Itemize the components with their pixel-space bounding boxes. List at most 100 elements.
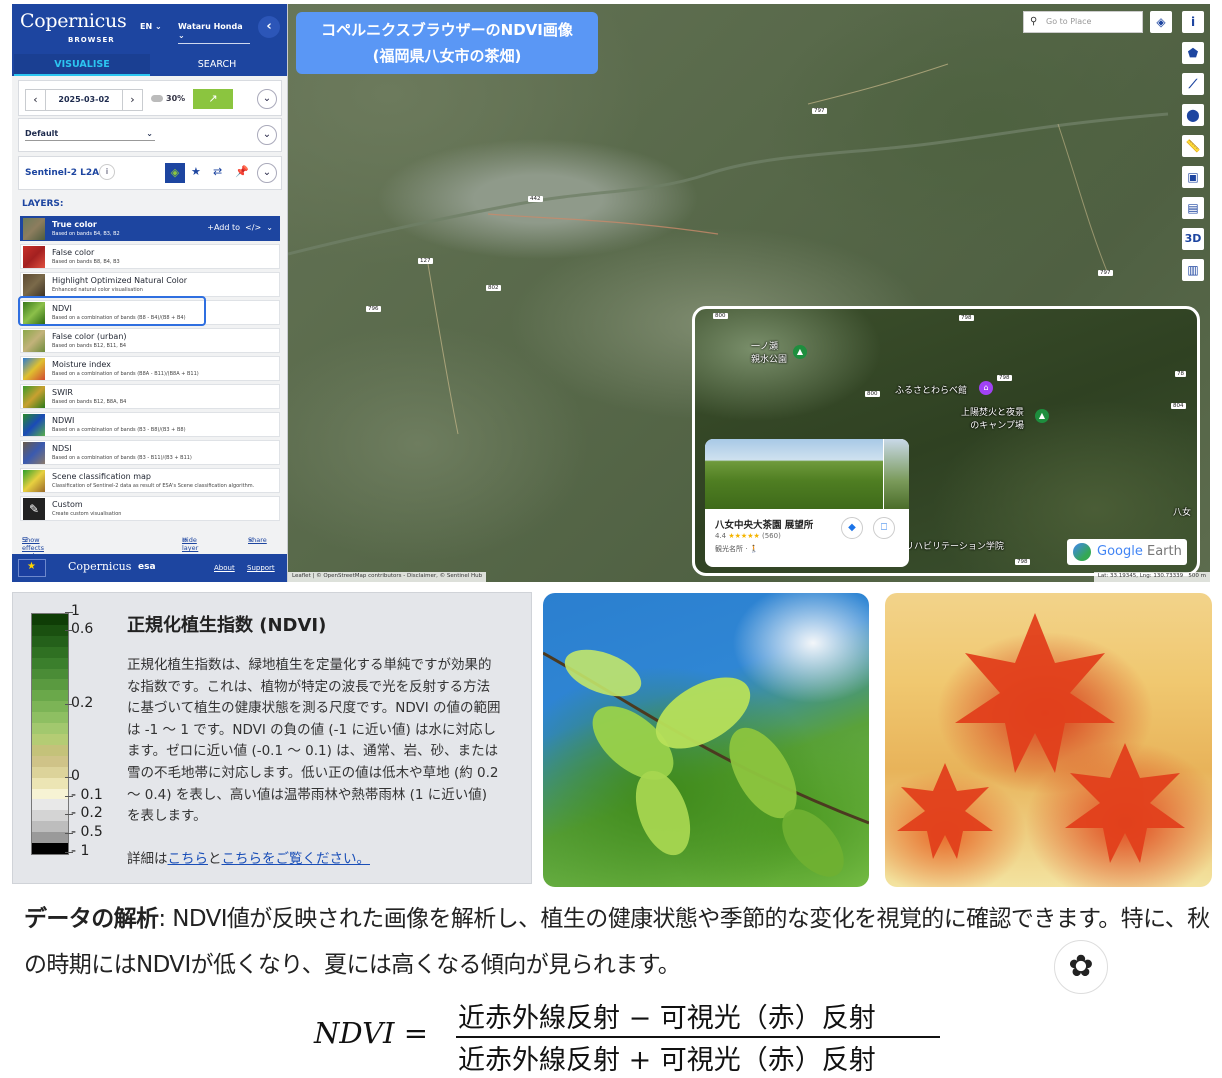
go-to-place-input[interactable]: ⚲ Go to Place [1023,11,1143,33]
layers-toggle-button[interactable]: ◈ [165,163,185,183]
layer-thumbnail [23,386,45,408]
measure-button[interactable]: 📏 [1182,135,1204,157]
legend-tick: - 0.5 [65,824,103,840]
place-card[interactable]: 八女中央大茶園 展望所 4.4 ★★★★★ (560) 観光名所 · 🚶 ◆ ⎕ [705,439,909,567]
color-band [32,788,68,800]
collection-name: Sentinel-2 L2A [25,168,100,178]
layer-item-false-color-urban[interactable]: False color (urban) Based on bands B12, … [20,328,280,353]
layer-item-ndsi[interactable]: NDSI Based on a combination of bands (B3… [20,440,280,465]
add-to-button[interactable]: +Add to [207,223,240,232]
3d-button[interactable]: 3D [1182,228,1204,250]
polygon-icon: ⬟ [1187,46,1199,60]
legend-tick: - 0.1 [65,787,103,803]
legend-tick: - 1 [64,843,90,859]
color-band [32,843,68,854]
page-root: Copernicus BROWSER EN ⌄ Wataru Honda ⌄ ‹… [0,0,1222,1078]
swap-icon: ⇄ [213,165,223,178]
draw-line-button[interactable]: ⟋ [1182,73,1204,95]
color-band [32,635,68,647]
tab-visualise[interactable]: VISUALISE [14,54,150,76]
layer-thumbnail [23,442,45,464]
legend-title: 正規化植生指数 (NDVI) [127,615,327,636]
color-band [32,690,68,702]
pin-button[interactable]: 📌 [235,165,249,178]
layer-item-swir[interactable]: SWIR Based on bands B12, B8A, B4 [20,384,280,409]
timelapse-button[interactable]: ▤ [1182,197,1204,219]
prev-date-button[interactable]: ‹ [26,90,46,110]
about-link[interactable]: About [214,564,235,572]
place-pin-button[interactable]: ⬤ [1182,104,1204,126]
code-icon[interactable]: </> [245,223,261,232]
map-view[interactable]: コペルニクスブラウザーのNDVI画像 (福岡県八女市の茶畑) ⚲ Go to Pl… [288,4,1210,582]
esa-logo: esa [138,562,156,572]
layers-switch-button[interactable]: ◈ [1150,11,1172,33]
layer-name: Moisture index [52,360,111,369]
museum-pin-icon: ⌂ [979,381,993,395]
compare-button[interactable]: ⇄ [213,165,222,178]
color-band [32,614,68,625]
search-placeholder: Go to Place [1046,17,1092,26]
more-link-1[interactable]: こちら [168,851,209,867]
user-menu[interactable]: Wataru Honda ⌄ [178,22,250,44]
legend-tick: 0.2 [64,695,94,711]
color-band [32,679,68,691]
map-title-line1: コペルニクスブラウザーのNDVI画像 [321,21,573,39]
favorite-button[interactable]: ★ [191,165,201,178]
layer-item-highlight-optimized[interactable]: Highlight Optimized Natural Color Enhanc… [20,272,280,297]
layer-item-custom[interactable]: ✎ Custom Create custom visualisation [20,496,280,521]
support-link[interactable]: Support [247,564,275,572]
pin-icon: 📌 [235,165,249,178]
copernicus-footer-logo: Copernicus [68,560,132,573]
cloud-coverage[interactable]: 30% [151,94,185,103]
color-band [32,777,68,789]
layer-thumbnail [23,218,45,240]
color-band [32,646,68,658]
layer-item-false-color[interactable]: False color Based on bands B8, B4, B3 [20,244,280,269]
date-value[interactable]: 2025-03-02 [46,90,122,110]
expand-icon[interactable]: ⌄ [266,223,273,232]
scale-value: 500 m [1188,573,1206,579]
map-title-banner: コペルニクスブラウザーのNDVI画像 (福岡県八女市の茶畑) [296,12,598,74]
layer-thumbnail [23,274,45,296]
histogram-button[interactable]: ▥ [1182,259,1204,281]
road-label: 802 [486,285,501,291]
expand-date-options-button[interactable]: ⌄ [257,89,277,109]
tab-search[interactable]: SEARCH [152,54,282,76]
expand-theme-button[interactable]: ⌄ [257,125,277,145]
line-icon: ⟋ [1188,77,1198,91]
chevron-down-icon: ⌄ [262,93,272,104]
expand-collection-button[interactable]: ⌄ [257,163,277,183]
share-label: Share [248,536,267,544]
collection-info-button[interactable]: i [99,164,115,180]
road-label: 127 [418,258,433,264]
next-date-button[interactable]: › [122,90,142,110]
layer-thumbnail [23,246,45,268]
chevron-down-icon: ⌄ [146,129,153,138]
language-selector[interactable]: EN ⌄ [140,22,162,31]
save-place-button[interactable]: ⎕ [873,517,895,539]
layer-item-true-color[interactable]: True color Based on bands B4, B3, B2 +Ad… [20,216,280,241]
image-export-button[interactable]: ▣ [1182,166,1204,188]
arrow-up-right-icon: ↗ [208,92,218,105]
road-label: 800 [713,313,728,319]
rehab-label: リハビリテーション学院 [905,542,1004,552]
layer-item-scene-classification[interactable]: Scene classification map Classification … [20,468,280,493]
road-label: 798 [1015,559,1030,565]
info-button[interactable]: i [1182,11,1204,33]
camp-label: 上陽焚火と夜景 のキャンプ場 [961,408,1025,431]
color-band [32,799,68,811]
theme-select[interactable]: Default ⌄ [25,129,155,141]
show-latest-button[interactable]: ↗ [193,89,233,109]
draw-polygon-button[interactable]: ⬟ [1182,42,1204,64]
museum-label: ふるさとわらべ館 [895,386,968,396]
layer-thumbnail [23,330,45,352]
more-link-2[interactable]: こちらをご覧ください。 [222,851,371,867]
layer-item-moisture-index[interactable]: Moisture index Based on a combination of… [20,356,280,381]
chevron-left-icon: ‹ [266,19,272,34]
directions-button[interactable]: ◆ [841,517,863,539]
layer-item-ndwi[interactable]: NDWI Based on a combination of bands (B3… [20,412,280,437]
place-category: 観光名所 · 🚶 [715,545,759,553]
collapse-sidebar-button[interactable]: ‹ [258,16,280,38]
image-export-icon: ▣ [1187,170,1199,184]
layer-thumbnail [23,414,45,436]
